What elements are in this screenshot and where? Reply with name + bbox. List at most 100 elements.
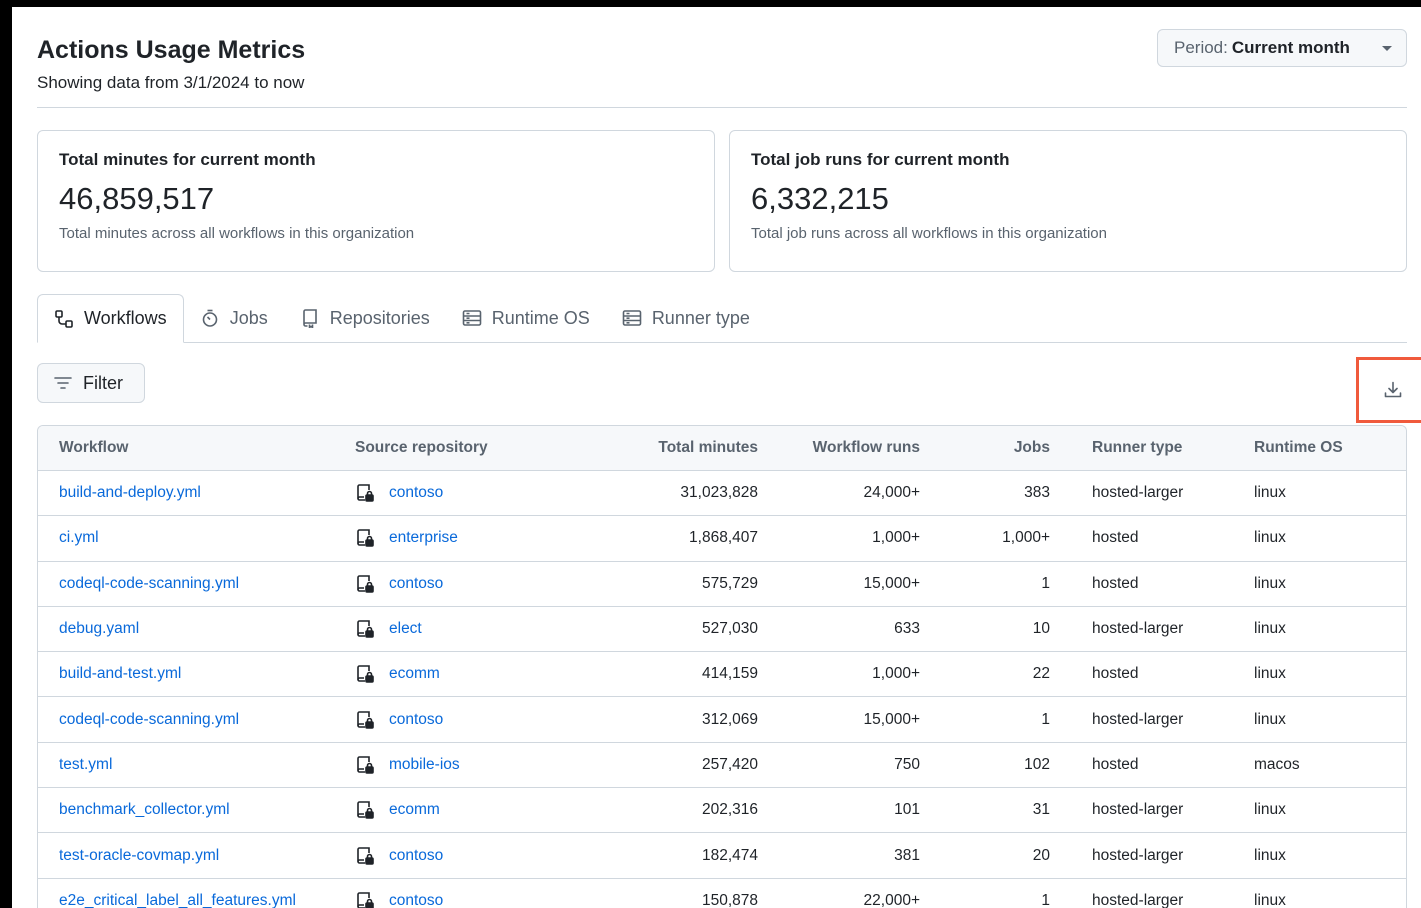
runner-type-cell: hosted-larger (1071, 696, 1233, 743)
workflows-table: Workflow Source repository Total minutes… (37, 425, 1407, 908)
card-description: Total job runs across all workflows in t… (751, 225, 1107, 242)
caret-down-icon (1382, 45, 1392, 51)
total-minutes-cell: 150,878 (574, 878, 779, 908)
workflow-link[interactable]: codeql-code-scanning.yml (59, 575, 239, 592)
table-row: test.yml mobile-ios 257,420 750 102 host… (38, 742, 1406, 789)
runner-type-cell: hosted-larger (1071, 787, 1233, 834)
table-row: test-oracle-covmap.yml contoso 182,474 3… (38, 832, 1406, 879)
workflow-link[interactable]: codeql-code-scanning.yml (59, 711, 239, 728)
table-row: build-and-deploy.yml contoso 31,023,828 … (38, 470, 1406, 517)
jobs-cell: 1 (941, 878, 1071, 908)
column-header-workflow[interactable]: Workflow (38, 426, 334, 471)
runner-type-cell: hosted-larger (1071, 832, 1233, 879)
private-repo-lock-icon (357, 574, 374, 593)
repo-icon (302, 309, 317, 328)
filter-label: Filter (83, 372, 123, 393)
period-value: Current month (1231, 38, 1350, 57)
workflow-runs-cell: 15,000+ (779, 696, 941, 743)
tab-label: Repositories (329, 307, 430, 328)
column-header-workflow-runs[interactable]: Workflow runs (779, 426, 941, 471)
tab-repositories[interactable]: Repositories (284, 294, 446, 342)
runtime-os-cell: linux (1233, 651, 1406, 698)
server-icon (462, 310, 482, 326)
jobs-cell: 1,000+ (941, 515, 1071, 562)
column-header-jobs[interactable]: Jobs (941, 426, 1071, 471)
header-divider (37, 107, 1407, 108)
total-minutes-cell: 414,159 (574, 651, 779, 698)
jobs-cell: 31 (941, 787, 1071, 834)
total-minutes-cell: 202,316 (574, 787, 779, 834)
tab-label: Workflows (84, 308, 167, 328)
period-dropdown[interactable]: Period: Current month (1157, 29, 1407, 67)
private-repo-lock-icon (357, 756, 374, 774)
tab-runner-type[interactable]: Runner type (606, 294, 766, 342)
total-minutes-cell: 257,420 (574, 742, 779, 789)
private-repo-lock-icon (357, 801, 374, 820)
total-minutes-cell: 575,729 (574, 561, 779, 607)
period-label: Period: (1174, 38, 1228, 57)
repo-cell: contoso (334, 832, 574, 879)
table-body: build-and-deploy.yml contoso 31,023,828 … (38, 470, 1406, 908)
filter-button[interactable]: Filter (37, 363, 145, 403)
repo-link[interactable]: mobile-ios (389, 756, 460, 774)
tab-jobs[interactable]: Jobs (184, 294, 284, 342)
workflow-link[interactable]: test.yml (59, 756, 112, 773)
workflow-link[interactable]: build-and-deploy.yml (59, 484, 201, 501)
table-row: benchmark_collector.yml ecomm 202,316 10… (38, 787, 1406, 834)
repo-cell: contoso (334, 696, 574, 743)
workflow-runs-cell: 22,000+ (779, 878, 941, 908)
jobs-cell: 383 (941, 470, 1071, 517)
column-header-total-minutes[interactable]: Total minutes (574, 426, 779, 471)
tab-runtime-os[interactable]: Runtime OS (446, 294, 606, 342)
jobs-cell: 22 (941, 651, 1071, 698)
column-header-runner-type[interactable]: Runner type (1071, 426, 1233, 471)
workflow-link[interactable]: debug.yaml (59, 620, 139, 637)
card-description: Total minutes across all workflows in th… (59, 225, 415, 242)
jobs-cell: 20 (941, 832, 1071, 879)
repo-cell: ecomm (334, 651, 574, 698)
repo-link[interactable]: contoso (389, 484, 443, 502)
workflow-link[interactable]: test-oracle-covmap.yml (59, 847, 219, 864)
tab-label: Runtime OS (491, 307, 590, 328)
repo-link[interactable]: contoso (389, 575, 443, 593)
repo-link[interactable]: ecomm (389, 665, 440, 683)
runner-type-cell: hosted (1071, 515, 1233, 562)
table-row: build-and-test.yml ecomm 414,159 1,000+ … (38, 651, 1406, 698)
total-job-runs-card: Total job runs for current month 6,332,2… (729, 130, 1407, 272)
workflow-cell: test-oracle-covmap.yml (38, 832, 334, 879)
repo-link[interactable]: contoso (389, 847, 443, 865)
workflow-runs-cell: 15,000+ (779, 561, 941, 607)
column-header-source-repository[interactable]: Source repository (334, 426, 574, 471)
runner-type-cell: hosted (1071, 651, 1233, 698)
repo-link[interactable]: contoso (389, 892, 443, 908)
table-row: debug.yaml elect 527,030 633 10 hosted-l… (38, 606, 1406, 653)
workflow-link[interactable]: ci.yml (59, 529, 99, 546)
repo-link[interactable]: enterprise (389, 529, 458, 547)
repo-link[interactable]: elect (389, 620, 422, 638)
workflow-link[interactable]: e2e_critical_label_all_features.yml (59, 892, 296, 908)
column-header-runtime-os[interactable]: Runtime OS (1233, 426, 1406, 471)
tab-workflows[interactable]: Workflows (37, 294, 184, 343)
repo-link[interactable]: ecomm (389, 801, 440, 819)
total-minutes-cell: 31,023,828 (574, 470, 779, 517)
workflow-cell: build-and-test.yml (38, 651, 334, 698)
runtime-os-cell: linux (1233, 878, 1406, 908)
runner-type-cell: hosted-larger (1071, 878, 1233, 908)
private-repo-lock-icon (357, 529, 374, 548)
download-button[interactable] (1356, 357, 1421, 423)
tab-label: Jobs (229, 307, 268, 328)
workflow-runs-cell: 381 (779, 832, 941, 879)
workflow-runs-cell: 1,000+ (779, 651, 941, 698)
page: Actions Usage Metrics Showing data from … (12, 7, 1421, 908)
workflow-link[interactable]: benchmark_collector.yml (59, 801, 230, 818)
repo-cell: ecomm (334, 787, 574, 834)
repo-link[interactable]: contoso (389, 711, 443, 729)
page-header: Actions Usage Metrics Showing data from … (37, 29, 1407, 94)
workflow-link[interactable]: build-and-test.yml (59, 665, 181, 682)
private-repo-lock-icon (357, 665, 374, 684)
repo-cell: enterprise (334, 515, 574, 562)
runner-type-cell: hosted-larger (1071, 470, 1233, 517)
runtime-os-cell: linux (1233, 832, 1406, 879)
workflow-cell: e2e_critical_label_all_features.yml (38, 878, 334, 908)
workflow-cell: build-and-deploy.yml (38, 470, 334, 517)
